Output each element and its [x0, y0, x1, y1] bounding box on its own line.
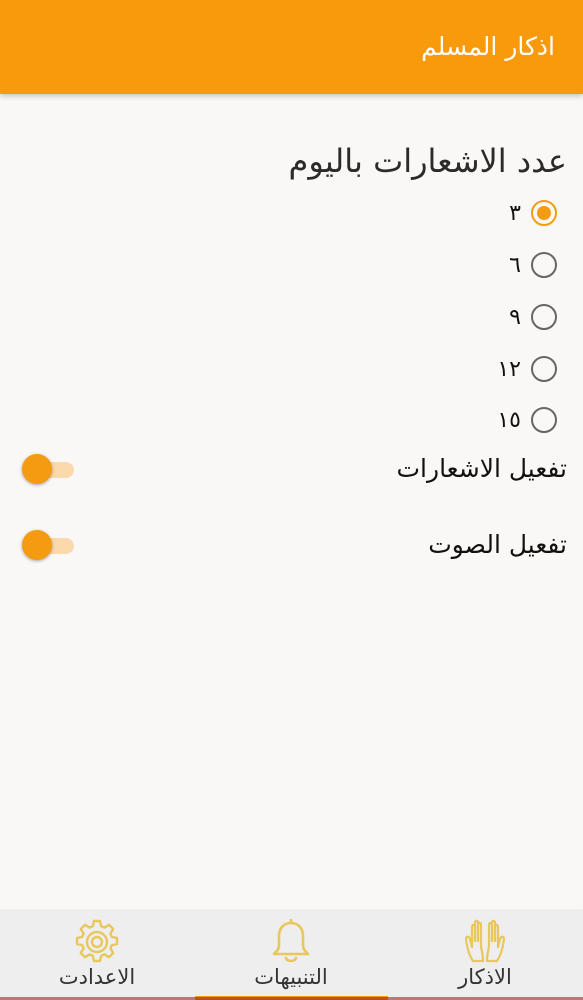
radio-option-label: ٩ [509, 304, 521, 330]
gear-icon [75, 919, 119, 963]
praying-hands-icon [464, 919, 506, 963]
radio-button[interactable] [531, 407, 557, 433]
radio-option-label: ١٥ [497, 407, 521, 433]
notifications-toggle-row: تفعيل الاشعارات [0, 444, 583, 494]
sound-toggle-label: تفعيل الصوت [428, 530, 567, 559]
radio-button[interactable] [531, 252, 557, 278]
radio-button-selected[interactable] [531, 200, 557, 226]
notifications-per-day-heading: عدد الاشعارات باليوم [288, 142, 568, 180]
nav-item-alerts[interactable]: التنبيهات [194, 911, 388, 1000]
notifications-toggle-label: تفعيل الاشعارات [396, 454, 567, 483]
radio-option-label: ٣ [509, 200, 521, 226]
radio-option-label: ٦ [509, 252, 521, 278]
notifications-toggle-switch[interactable] [20, 453, 76, 485]
radio-option-3[interactable]: ٣ [509, 193, 557, 233]
nav-item-adhkar[interactable]: الاذكار [388, 911, 582, 1000]
bottom-navigation: الاعدادت التنبيهات الاذكار [0, 911, 583, 1000]
nav-item-settings[interactable]: الاعدادت [0, 911, 194, 1000]
radio-option-9[interactable]: ٩ [509, 297, 557, 337]
radio-button[interactable] [531, 356, 557, 382]
sound-toggle-row: تفعيل الصوت [0, 520, 583, 570]
switch-thumb[interactable] [22, 454, 52, 484]
radio-option-6[interactable]: ٦ [509, 245, 557, 285]
nav-label-settings: الاعدادت [58, 965, 136, 989]
bell-icon [272, 918, 310, 963]
app-title: اذكار المسلم [421, 32, 555, 61]
radio-option-label: ١٢ [497, 356, 521, 382]
nav-label-alerts: التنبيهات [254, 965, 328, 989]
switch-thumb[interactable] [22, 530, 52, 560]
sound-toggle-switch[interactable] [20, 529, 76, 561]
radio-option-15[interactable]: ١٥ [497, 400, 557, 440]
nav-label-adhkar: الاذكار [458, 965, 512, 989]
radio-option-12[interactable]: ١٢ [497, 349, 557, 389]
radio-button[interactable] [531, 304, 557, 330]
app-bar: اذكار المسلم [0, 0, 583, 94]
